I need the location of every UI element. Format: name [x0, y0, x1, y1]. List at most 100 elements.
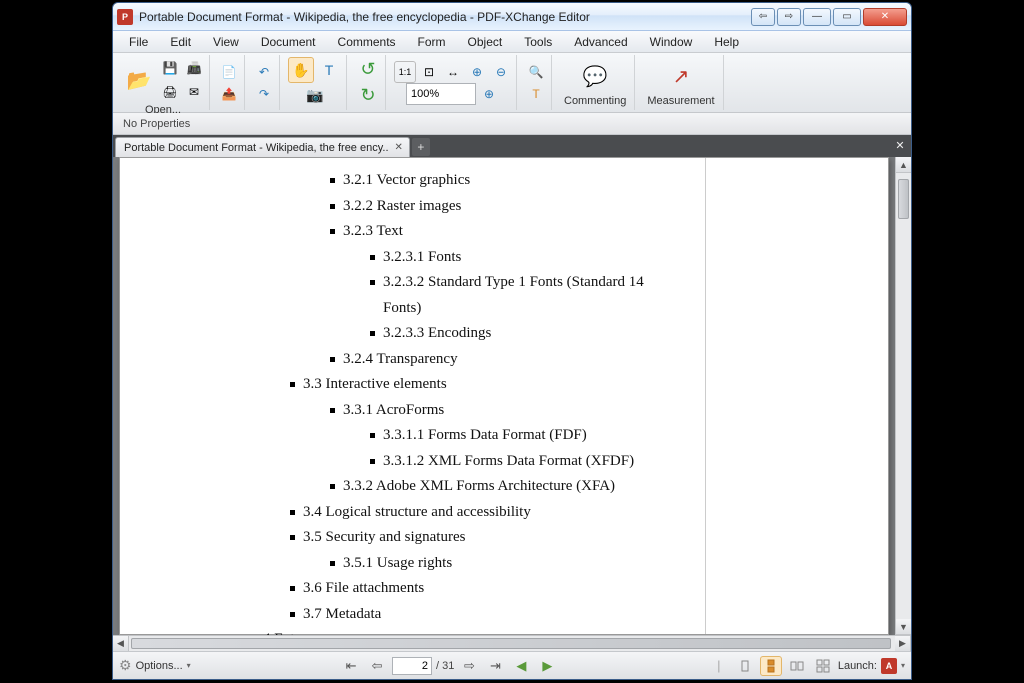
toc-text: 3.3.1 AcroForms — [343, 398, 444, 424]
toc-text: 3.2.3.1 Fonts — [383, 245, 461, 271]
menu-comments[interactable]: Comments — [328, 33, 406, 51]
menu-object[interactable]: Object — [458, 33, 513, 51]
scroll-up-button[interactable]: ▲ — [896, 157, 911, 173]
toc-entry: 3.2.3 Text — [330, 219, 685, 245]
rotate-group: ↺ ↻ — [351, 55, 386, 110]
gear-icon: ⚙ — [119, 657, 132, 674]
hscroll-track[interactable] — [129, 636, 895, 651]
menu-edit[interactable]: Edit — [160, 33, 201, 51]
tabstrip-close-icon[interactable]: ✕ — [893, 138, 907, 152]
menu-file[interactable]: File — [119, 33, 158, 51]
toc-entry: 3.3 Interactive elements — [290, 372, 685, 398]
file-group: 📂 💾 🖨 📠 ✉ Open... — [117, 55, 210, 110]
close-button[interactable]: ✕ — [863, 8, 907, 26]
tab-title: Portable Document Format - Wikipedia, th… — [124, 142, 389, 154]
tool-mode-group: ✋ T 📷 — [284, 55, 347, 110]
zoom-in-button[interactable]: ⊕ — [466, 61, 488, 83]
facing-view[interactable] — [786, 656, 808, 676]
toc-text: 3.5.1 Usage rights — [343, 551, 452, 577]
app-window: P Portable Document Format - Wikipedia, … — [112, 2, 912, 680]
email-button[interactable]: ✉ — [183, 81, 205, 103]
toc-entry: 3.2.4 Transparency — [330, 347, 685, 373]
nav-forward-button[interactable]: ⇨ — [777, 8, 801, 26]
window-controls: ⇦ ⇨ — ▭ ✕ — [751, 8, 907, 26]
print-button[interactable]: 🖨 — [159, 81, 181, 103]
continuous-view[interactable] — [760, 656, 782, 676]
open-button[interactable]: 📂 — [121, 62, 157, 98]
document-tab[interactable]: Portable Document Format - Wikipedia, th… — [115, 137, 410, 157]
launch-label: Launch: — [838, 660, 877, 672]
toc-entry: 3.5 Security and signatures — [290, 525, 685, 551]
toc-text: 3.3 Interactive elements — [303, 372, 447, 398]
titlebar: P Portable Document Format - Wikipedia, … — [113, 3, 911, 31]
prev-page-button[interactable]: ⇦ — [366, 656, 388, 676]
toc-entry: 3.7 Metadata — [290, 602, 685, 628]
measurement-group[interactable]: ↗ Measurement — [639, 55, 723, 110]
undo-button[interactable]: ↶ — [253, 61, 275, 83]
bullet-icon — [290, 510, 295, 515]
vscroll-track[interactable] — [896, 173, 911, 619]
tab-close-icon[interactable]: ✕ — [395, 142, 403, 153]
next-page-button[interactable]: ⇨ — [458, 656, 480, 676]
bullet-icon — [290, 382, 295, 387]
last-page-button[interactable]: ⇥ — [484, 656, 506, 676]
horizontal-scrollbar[interactable]: ◀ ▶ — [113, 635, 911, 651]
snapshot-tool[interactable]: 📷 — [302, 83, 328, 108]
vertical-scrollbar[interactable]: ▲ ▼ — [895, 157, 911, 635]
hand-tool[interactable]: ✋ — [288, 57, 314, 83]
minimize-button[interactable]: — — [803, 8, 831, 26]
scan-button[interactable]: 📠 — [183, 57, 205, 79]
rotate-ccw-button[interactable]: ↺ — [355, 57, 381, 83]
new-tab-button[interactable]: + — [412, 138, 430, 156]
facing-continuous-view[interactable] — [812, 656, 834, 676]
scroll-down-button[interactable]: ▼ — [896, 619, 911, 635]
zoom-plus-button[interactable]: ⊕ — [478, 83, 500, 105]
page-number-input[interactable] — [392, 657, 432, 675]
menubar: File Edit View Document Comments Form Ob… — [113, 31, 911, 53]
redo-button[interactable]: ↷ — [253, 83, 275, 105]
select-text-tool[interactable]: T — [316, 57, 342, 83]
scroll-left-button[interactable]: ◀ — [113, 636, 129, 651]
convert-button[interactable]: 📄 — [218, 61, 240, 83]
actual-size-button[interactable]: 1:1 — [394, 61, 416, 83]
menu-help[interactable]: Help — [704, 33, 749, 51]
page-content: 3.2.1 Vector graphics3.2.2 Raster images… — [162, 158, 706, 634]
prev-view-button[interactable]: ◀ — [510, 656, 532, 676]
single-page-view[interactable] — [734, 656, 756, 676]
hscroll-thumb[interactable] — [131, 638, 891, 649]
next-view-button[interactable]: ▶ — [536, 656, 558, 676]
fit-page-button[interactable]: ⊡ — [418, 61, 440, 83]
menu-view[interactable]: View — [203, 33, 249, 51]
menu-advanced[interactable]: Advanced — [564, 33, 637, 51]
scroll-right-button[interactable]: ▶ — [895, 636, 911, 651]
toc-entry: 3.3.1 AcroForms — [330, 398, 685, 424]
maximize-button[interactable]: ▭ — [833, 8, 861, 26]
text-search-button[interactable]: 🔍 — [525, 61, 547, 83]
toc-text: 3.2.2 Raster images — [343, 194, 461, 220]
toc-entry: 3.6 File attachments — [290, 576, 685, 602]
launch-dropdown-icon[interactable]: ▾ — [901, 661, 905, 670]
nav-back-button[interactable]: ⇦ — [751, 8, 775, 26]
toc-text: 3.3.1.1 Forms Data Format (FDF) — [383, 423, 587, 449]
fit-width-button[interactable]: ↔ — [442, 61, 464, 83]
first-page-button[interactable]: ⇤ — [340, 656, 362, 676]
bullet-icon — [290, 586, 295, 591]
menu-document[interactable]: Document — [251, 33, 326, 51]
zoom-out-button[interactable]: ⊖ — [490, 61, 512, 83]
toc-text: 3.2.4 Transparency — [343, 347, 458, 373]
menu-form[interactable]: Form — [408, 33, 456, 51]
document-viewport[interactable]: 3.2.1 Vector graphics3.2.2 Raster images… — [113, 157, 895, 635]
vscroll-thumb[interactable] — [898, 179, 909, 219]
launch-pdf-icon[interactable]: A — [881, 658, 897, 674]
options-button[interactable]: Options... — [136, 660, 183, 672]
menu-tools[interactable]: Tools — [514, 33, 562, 51]
bullet-icon — [290, 612, 295, 617]
menu-window[interactable]: Window — [640, 33, 703, 51]
text-edit-button[interactable]: T — [525, 83, 547, 105]
commenting-group[interactable]: 💬 Commenting — [556, 55, 635, 110]
zoom-level-input[interactable] — [406, 83, 476, 105]
export-button[interactable]: 📤 — [218, 83, 240, 105]
options-dropdown-icon[interactable]: ▾ — [187, 661, 191, 670]
rotate-cw-button[interactable]: ↻ — [355, 83, 381, 109]
save-button[interactable]: 💾 — [159, 57, 181, 79]
